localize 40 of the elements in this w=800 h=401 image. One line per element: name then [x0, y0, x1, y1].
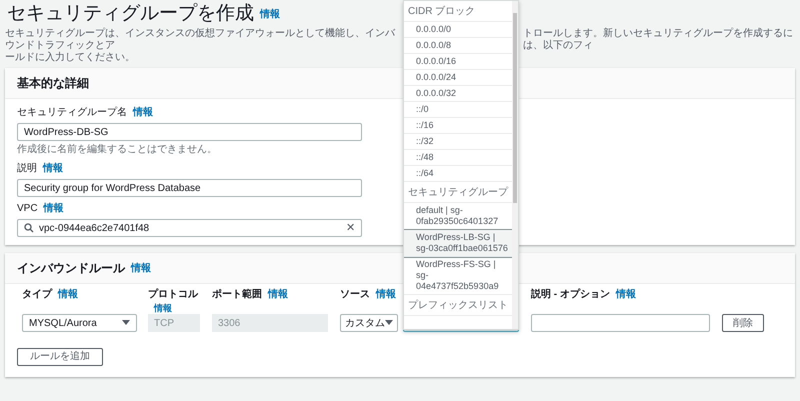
protocol-field: TCP	[148, 314, 200, 332]
column-header: プロトコル	[148, 287, 198, 302]
type-select[interactable]: MYSQL/Aurora	[22, 314, 137, 332]
column-header: タイプ	[22, 287, 52, 302]
info-link[interactable]: 情報	[133, 105, 153, 120]
search-icon	[24, 223, 34, 233]
delete-button[interactable]: 削除	[722, 314, 764, 332]
input-field[interactable]: Security group for WordPress Database	[17, 179, 362, 197]
info-link[interactable]: 情報	[268, 287, 288, 302]
info-link[interactable]: 情報	[376, 287, 396, 302]
dropdown-option[interactable]: WordPress-LB-SG | sg-03ca0ff1bae061576	[404, 230, 512, 257]
clear-button[interactable]: ✕	[346, 220, 355, 236]
field-hint: 作成後に名前を編集することはできません。	[17, 142, 218, 157]
info-link[interactable]: 情報	[616, 287, 636, 302]
search-field[interactable]: vpc-0944ea6c2e7401f48 ✕	[17, 219, 362, 237]
source-select[interactable]: カスタム	[340, 314, 398, 332]
info-link[interactable]: 情報	[131, 260, 151, 276]
caret-icon	[385, 320, 393, 326]
info-link[interactable]: 情報	[154, 302, 172, 316]
add-rule-button[interactable]: ルールを追加	[17, 348, 103, 366]
info-link[interactable]: 情報	[58, 287, 78, 302]
description-text: ールドに入力してください。	[5, 52, 136, 64]
description-text: セキュリティグループは、インスタンスの仮想ファイアウォールとして機能し、インバウンドトラフィックとア	[5, 28, 396, 52]
caret-icon	[122, 320, 130, 326]
description-text: トロールします。新しいセキュリティグループを作成するには、以下のフィ	[523, 28, 793, 52]
column-header: 説明 - オプション	[531, 287, 610, 302]
section-heading: インバウンドルール	[17, 260, 125, 277]
field-label: VPC	[17, 202, 38, 216]
scrollbar-thumb[interactable]	[513, 13, 517, 203]
port-field: 3306	[212, 314, 328, 332]
input-field[interactable]	[531, 314, 710, 332]
page-title: セキュリティグループを作成	[7, 2, 254, 26]
field-label: セキュリティグループ名	[17, 106, 127, 120]
column-header: ポート範囲	[212, 288, 262, 302]
info-link[interactable]: 情報	[260, 6, 280, 22]
info-link[interactable]: 情報	[44, 201, 64, 216]
column-header: ソース	[340, 288, 370, 302]
input-field[interactable]: WordPress-DB-SG	[17, 123, 362, 141]
field-label: 説明	[17, 162, 37, 176]
info-link[interactable]: 情報	[43, 161, 63, 176]
